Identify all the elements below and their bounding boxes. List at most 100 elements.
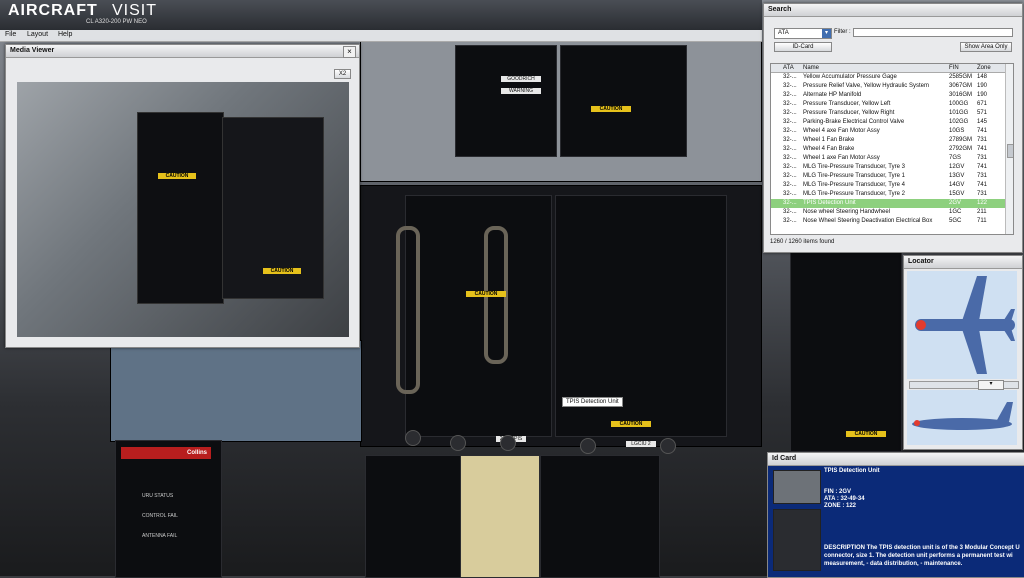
collins-brand: Collins — [121, 447, 211, 459]
results-scrollbar[interactable] — [1005, 64, 1013, 234]
media-viewer-window: Media Viewer × X2 CAUTION CAUTION — [5, 44, 360, 348]
id-card-button[interactable]: ID-Card — [774, 42, 832, 52]
table-header: ATA Name FIN Zone — [771, 64, 1013, 73]
table-row[interactable]: 32-... Wheel 1 axe Fan Motor Assy 7GS 731 — [771, 154, 1007, 163]
close-icon[interactable]: × — [343, 46, 356, 58]
table-row[interactable]: 32-... Nose wheel Steering Handwheel 1GC 21… — [771, 208, 1007, 217]
zone-cell: 671 — [977, 101, 988, 107]
table-row[interactable]: 32-... Alternate HP Manifold 3016GM 190 — [771, 91, 1007, 100]
menu-bar: File Layout Help — [0, 30, 762, 42]
chevron-down-icon[interactable]: ▾ — [978, 380, 1004, 390]
unit-right-rack[interactable]: CAUTION — [790, 250, 902, 452]
name-cell: Parking-Brake Electrical Control Valve — [803, 119, 905, 125]
menu-layout[interactable]: Layout — [27, 31, 48, 38]
ata-dropdown[interactable]: ATA ▾ — [774, 28, 832, 39]
filter-label: Filter : — [834, 29, 851, 35]
results-table: ATA Name FIN Zone 32-... Yellow Accumulat… — [770, 63, 1014, 235]
caution-label-far-right: CAUTION — [846, 431, 886, 437]
unit-bottom-3[interactable] — [540, 455, 660, 578]
col-ata[interactable]: ATA — [783, 64, 803, 72]
unit-bottom-1[interactable] — [365, 455, 462, 578]
col-zone[interactable]: Zone — [977, 64, 1005, 72]
zone-cell: 731 — [977, 137, 988, 143]
zone-cell: 741 — [977, 146, 988, 152]
fin-cell: 3067GM — [949, 83, 973, 89]
zone-cell: 731 — [977, 173, 988, 179]
unit-goodrich[interactable]: GOODRICH WARNING — [455, 45, 557, 157]
fin-cell: 1GC — [949, 209, 962, 215]
ata-cell: 32-... — [783, 119, 797, 125]
aircraft-side-icon — [912, 402, 1013, 430]
zoom-x2-button[interactable]: X2 — [334, 69, 351, 79]
app-header: AIRCRAFT VISIT CL A320-200 PW NEO — [0, 0, 762, 30]
ata-cell: 32-... — [783, 74, 797, 80]
id-card-window: Id Card TPIS Detection Unit FIN : 2GV AT… — [767, 452, 1024, 578]
media-unit-left: CAUTION — [137, 112, 224, 304]
menu-help[interactable]: Help — [58, 31, 72, 38]
locator-slider[interactable]: ▾ — [909, 380, 1019, 390]
ata-cell: 32-... — [783, 200, 797, 206]
id-card-description: DESCRIPTION The TPIS detection unit is o… — [824, 545, 1020, 551]
id-card-thumbnail-2[interactable] — [773, 509, 821, 571]
table-row[interactable]: 32-... MLG Tire-Pressure Transducer, Tyre… — [771, 163, 1007, 172]
zone-cell: 711 — [977, 218, 987, 224]
unit-gapcu[interactable]: CAUTION — [560, 45, 687, 157]
unit-bottom-yellow[interactable] — [460, 455, 540, 578]
ata-cell: 32-... — [783, 173, 797, 179]
unit-collins[interactable]: Collins URU STATUS CONTROL FAIL ANTENNA … — [115, 440, 222, 578]
zone-cell: 731 — [977, 155, 988, 161]
table-row[interactable]: 32-... MLG Tire-Pressure Transducer, Tyre… — [771, 190, 1007, 199]
table-row[interactable]: 32-... MLG Tire-Pressure Transducer, Tyre… — [771, 181, 1007, 190]
table-row[interactable]: 32-... Wheel 4 Fan Brake 2792GM 741 — [771, 145, 1007, 154]
fin-cell: 13GV — [949, 173, 965, 179]
zone-cell: 211 — [977, 209, 987, 215]
caution-label-middle: CAUTION — [466, 291, 506, 297]
latch-knob[interactable] — [660, 438, 676, 454]
ata-cell: 32-... — [783, 191, 797, 197]
antenna-fail-label: ANTENNA FAIL — [142, 533, 178, 539]
name-cell: Wheel 1 axe Fan Motor Assy — [803, 155, 880, 161]
caution-label-right: CAUTION — [611, 421, 651, 427]
blue-gray-box — [110, 340, 362, 442]
media-caution-label: CAUTION — [158, 173, 196, 179]
zone-cell: 190 — [977, 83, 988, 89]
filter-input[interactable] — [853, 28, 1013, 37]
table-row[interactable]: 32-... TPIS Detection Unit 2GV 122 — [771, 199, 1007, 208]
goodrich-label: GOODRICH — [501, 76, 541, 82]
locator-side-view[interactable] — [907, 390, 1017, 445]
table-row[interactable]: 32-... Parking-Brake Electrical Control V… — [771, 118, 1007, 127]
latch-knob[interactable] — [405, 430, 421, 446]
col-name[interactable]: Name — [803, 64, 949, 72]
logo-visit: VISIT — [112, 2, 158, 19]
table-row[interactable]: 32-... MLG Tire-Pressure Transducer, Tyre… — [771, 172, 1007, 181]
name-cell: Pressure Transducer, Yellow Left — [803, 101, 891, 107]
unit-tpis[interactable]: CAUTION 2GV TPIS — [396, 195, 552, 442]
scrollbar-thumb[interactable] — [1007, 144, 1013, 158]
name-cell: Wheel 4 Fan Brake — [803, 146, 855, 152]
table-row[interactable]: 32-... Yellow Accumulator Pressure Gage 25… — [771, 73, 1007, 82]
menu-file[interactable]: File — [5, 31, 16, 38]
results-status: 1260 / 1260 items found — [770, 239, 835, 245]
table-row[interactable]: 32-... Wheel 4 axe Fan Motor Assy 10GS 741 — [771, 127, 1007, 136]
locator-window: Locator ▾ — [903, 255, 1023, 450]
name-cell: MLG Tire-Pressure Transducer, Tyre 3 — [803, 164, 905, 170]
locator-title: Locator — [904, 256, 1022, 269]
latch-knob[interactable] — [450, 435, 466, 451]
chevron-down-icon[interactable]: ▾ — [822, 29, 831, 38]
latch-knob[interactable] — [500, 435, 516, 451]
zone-cell: 571 — [977, 110, 988, 116]
id-card-thumbnail-1[interactable] — [773, 470, 821, 504]
table-row[interactable]: 32-... Nose Wheel Steering Deactivation E… — [771, 217, 1007, 226]
id-card-ata: ATA : 32-49-34 — [824, 496, 865, 502]
latch-knob[interactable] — [580, 438, 596, 454]
id-card-description-line2: connector, size 1. The detection unit pe… — [824, 553, 1013, 559]
table-row[interactable]: 32-... Pressure Relief Valve, Yellow Hydr… — [771, 82, 1007, 91]
fin-cell: 5GC — [949, 218, 962, 224]
table-row[interactable]: 32-... Pressure Transducer, Yellow Left 10… — [771, 100, 1007, 109]
table-row[interactable]: 32-... Pressure Transducer, Yellow Right 1… — [771, 109, 1007, 118]
table-row[interactable]: 32-... Wheel 1 Fan Brake 2789GM 731 — [771, 136, 1007, 145]
col-fin[interactable]: FIN — [949, 64, 975, 72]
unit-handle[interactable] — [396, 226, 420, 394]
show-area-only-button[interactable]: Show Area Only — [960, 42, 1012, 52]
locator-top-view[interactable] — [907, 271, 1017, 379]
